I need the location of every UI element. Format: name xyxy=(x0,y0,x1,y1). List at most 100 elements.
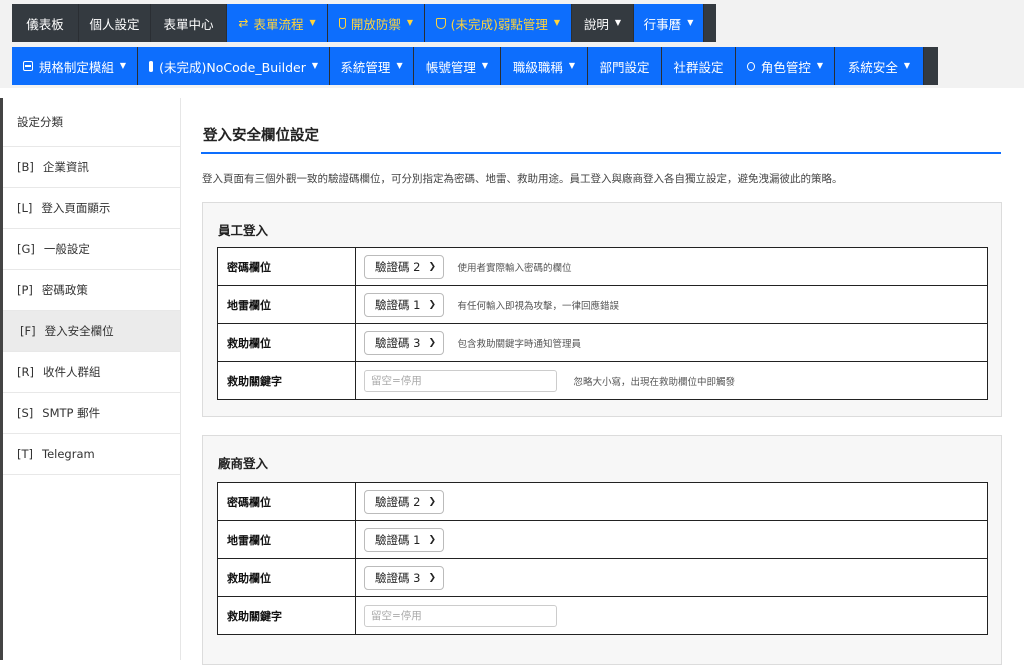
nav-nocode-builder[interactable]: (未完成)NoCode_Builder ▼ xyxy=(138,47,330,85)
nav-account-management[interactable]: 帳號管理 ▼ xyxy=(414,47,501,85)
select-value: 驗證碼 1 xyxy=(375,532,421,547)
title-divider xyxy=(201,152,1001,154)
nav-label: 角色管控 xyxy=(760,59,811,75)
field-label: 救助欄位 xyxy=(217,558,356,597)
nav-system-management[interactable]: 系統管理 ▼ xyxy=(330,47,414,85)
nav-form-workflow[interactable]: ⇄ 表單流程 ▼ xyxy=(227,4,328,42)
nav-label: 表單中心 xyxy=(163,16,214,32)
table-row: 地雷欄位 驗證碼 1 ❯ 有任何輸入即視為攻擊，一律回應錯誤 xyxy=(217,285,988,324)
sidebar-item-recipient-groups[interactable]: [R] 收件人群組 xyxy=(0,352,180,393)
vendor-login-card: 廠商登入 密碼欄位 驗證碼 2 ❯ 地雷欄位 驗證碼 1 ❯ 救助欄位 驗證碼 3 ❯ xyxy=(202,435,1002,665)
field-control: 驗證碼 2 ❯ xyxy=(355,482,988,521)
field-label: 救助欄位 xyxy=(217,323,356,362)
employee-login-card: 員工登入 密碼欄位 驗證碼 2 ❯ 使用者實際輸入密碼的欄位 地雷欄位 驗證碼 1… xyxy=(202,202,1002,417)
select-value: 驗證碼 3 xyxy=(375,570,421,585)
nav-role-control[interactable]: 角色管控 ▼ xyxy=(736,47,835,85)
employee-rescue-field-select[interactable]: 驗證碼 3 ❯ xyxy=(364,330,444,355)
settings-sidebar: 設定分類 [B] 企業資訊 [L] 登入頁面顯示 [G] 一般設定 [P] 密碼政策 [… xyxy=(0,98,181,660)
sidebar-item-code: [G] xyxy=(17,242,35,256)
nav-community-settings[interactable]: 社群設定 xyxy=(662,47,736,85)
nav-row-secondary: 規格制定模組 ▼ (未完成)NoCode_Builder ▼ 系統管理 ▼ 帳號管理 ▼… xyxy=(12,47,938,85)
select-value: 驗證碼 1 xyxy=(375,297,421,312)
nav-label: 系統安全 xyxy=(847,59,898,75)
nav-help[interactable]: 說明 ▼ xyxy=(572,4,634,42)
caret-down-icon: ▼ xyxy=(568,61,576,70)
vendor-rescue-keyword-input[interactable]: 留空=停用 xyxy=(364,604,557,627)
vendor-rescue-field-select[interactable]: 驗證碼 3 ❯ xyxy=(364,565,444,590)
nav-label: 職級職稱 xyxy=(512,59,563,75)
page-description: 登入頁面有三個外觀一致的驗證碼欄位，可分別指定為密碼、地雷、救助用途。員工登入與… xyxy=(202,173,843,185)
employee-trap-field-select[interactable]: 驗證碼 1 ❯ xyxy=(364,292,444,317)
field-control: 驗證碼 3 ❯ xyxy=(355,558,988,597)
nav-open-defense[interactable]: 開放防禦 ▼ xyxy=(328,4,425,42)
sidebar-item-telegram[interactable]: [T] Telegram xyxy=(0,434,180,475)
sidebar-item-code: [L] xyxy=(17,201,33,215)
vendor-settings-table: 密碼欄位 驗證碼 2 ❯ 地雷欄位 驗證碼 1 ❯ 救助欄位 驗證碼 3 ❯ 救助關鍵… xyxy=(217,482,988,635)
sidebar-item-password-policy[interactable]: [P] 密碼政策 xyxy=(0,270,180,311)
sidebar-item-code: [T] xyxy=(17,447,33,461)
sidebar-item-login-page-display[interactable]: [L] 登入頁面顯示 xyxy=(0,188,180,229)
field-label: 地雷欄位 xyxy=(217,285,356,324)
nav-row-primary: 儀表板 個人設定 表單中心 ⇄ 表單流程 ▼ 開放防禦 ▼ (未完成)弱點管理 ▼ 說明… xyxy=(12,4,716,42)
nav-label: 表單流程 xyxy=(253,16,304,32)
caret-down-icon: ▼ xyxy=(119,61,126,70)
field-label: 密碼欄位 xyxy=(217,482,356,521)
caret-down-icon: ▼ xyxy=(687,18,694,27)
nav-job-titles[interactable]: 職級職稱 ▼ xyxy=(501,47,588,85)
table-row: 救助欄位 驗證碼 3 ❯ 包含救助關鍵字時通知管理員 xyxy=(217,323,988,362)
caret-down-icon: ▼ xyxy=(816,61,823,70)
vendor-trap-field-select[interactable]: 驗證碼 1 ❯ xyxy=(364,527,444,552)
nav-spec-module[interactable]: 規格制定模組 ▼ xyxy=(12,47,138,85)
chevron-down-icon: ❯ xyxy=(428,496,436,507)
employee-password-field-select[interactable]: 驗證碼 2 ❯ xyxy=(364,254,444,279)
sidebar-item-label: 收件人群組 xyxy=(42,365,101,379)
sidebar-item-general-settings[interactable]: [G] 一般設定 xyxy=(0,229,180,270)
nav-label: 規格制定模組 xyxy=(38,59,114,75)
sidebar-item-code: [F] xyxy=(20,324,36,338)
sidebar-item-company-info[interactable]: [B] 企業資訊 xyxy=(0,147,180,188)
card-title: 廠商登入 xyxy=(218,456,269,471)
shield-check-icon xyxy=(436,17,446,29)
select-value: 驗證碼 2 xyxy=(375,494,421,509)
vendor-password-field-select[interactable]: 驗證碼 2 ❯ xyxy=(364,489,444,514)
field-label: 密碼欄位 xyxy=(217,247,356,286)
field-control: 留空=停用 忽略大小寫，出現在救助欄位中即觸發 xyxy=(355,361,988,400)
nav-department-settings[interactable]: 部門設定 xyxy=(588,47,662,85)
card-title: 員工登入 xyxy=(218,223,269,238)
input-placeholder: 留空=停用 xyxy=(371,609,422,622)
employee-settings-table: 密碼欄位 驗證碼 2 ❯ 使用者實際輸入密碼的欄位 地雷欄位 驗證碼 1 ❯ 有任何… xyxy=(217,247,988,400)
input-placeholder: 留空=停用 xyxy=(371,374,422,387)
sidebar-item-label: 登入安全欄位 xyxy=(44,324,114,338)
nav-form-center[interactable]: 表單中心 xyxy=(151,4,227,42)
sidebar-item-label: 一般設定 xyxy=(43,242,90,256)
sidebar-item-label: 企業資訊 xyxy=(42,160,89,174)
sidebar-item-login-security-fields[interactable]: [F] 登入安全欄位 xyxy=(0,311,180,352)
field-label: 地雷欄位 xyxy=(217,520,356,559)
caret-down-icon: ▼ xyxy=(406,18,413,27)
field-control: 驗證碼 2 ❯ 使用者實際輸入密碼的欄位 xyxy=(355,247,988,286)
nav-label: 說明 xyxy=(583,16,609,32)
sidebar-item-smtp-mail[interactable]: [S] SMTP 郵件 xyxy=(0,393,180,434)
sidebar-item-code: [B] xyxy=(17,160,34,174)
employee-rescue-keyword-input[interactable]: 留空=停用 xyxy=(364,369,557,392)
caret-down-icon: ▼ xyxy=(309,18,316,27)
nav-vulnerability-management[interactable]: (未完成)弱點管理 ▼ xyxy=(425,4,572,42)
nav-personal-settings[interactable]: 個人設定 xyxy=(79,4,151,42)
nav-label: 開放防禦 xyxy=(350,16,401,32)
nav-label: 行事曆 xyxy=(643,16,682,32)
swap-icon: ⇄ xyxy=(238,16,249,30)
document-icon xyxy=(23,61,33,71)
field-label: 救助關鍵字 xyxy=(217,596,356,635)
nav-system-security[interactable]: 系統安全 ▼ xyxy=(835,47,924,85)
select-value: 驗證碼 3 xyxy=(375,335,421,350)
nav-label: 儀表板 xyxy=(26,16,64,32)
chevron-down-icon: ❯ xyxy=(428,299,436,310)
nav-calendar[interactable]: 行事曆 ▼ xyxy=(634,4,704,42)
field-control: 驗證碼 1 ❯ 有任何輸入即視為攻擊，一律回應錯誤 xyxy=(355,285,988,324)
field-hint: 有任何輸入即視為攻擊，一律回應錯誤 xyxy=(457,300,620,312)
caret-down-icon: ▼ xyxy=(553,18,560,27)
nav-dashboard[interactable]: 儀表板 xyxy=(12,4,79,42)
caret-down-icon: ▼ xyxy=(903,61,911,70)
chevron-down-icon: ❯ xyxy=(428,337,436,348)
field-hint: 使用者實際輸入密碼的欄位 xyxy=(457,262,572,274)
